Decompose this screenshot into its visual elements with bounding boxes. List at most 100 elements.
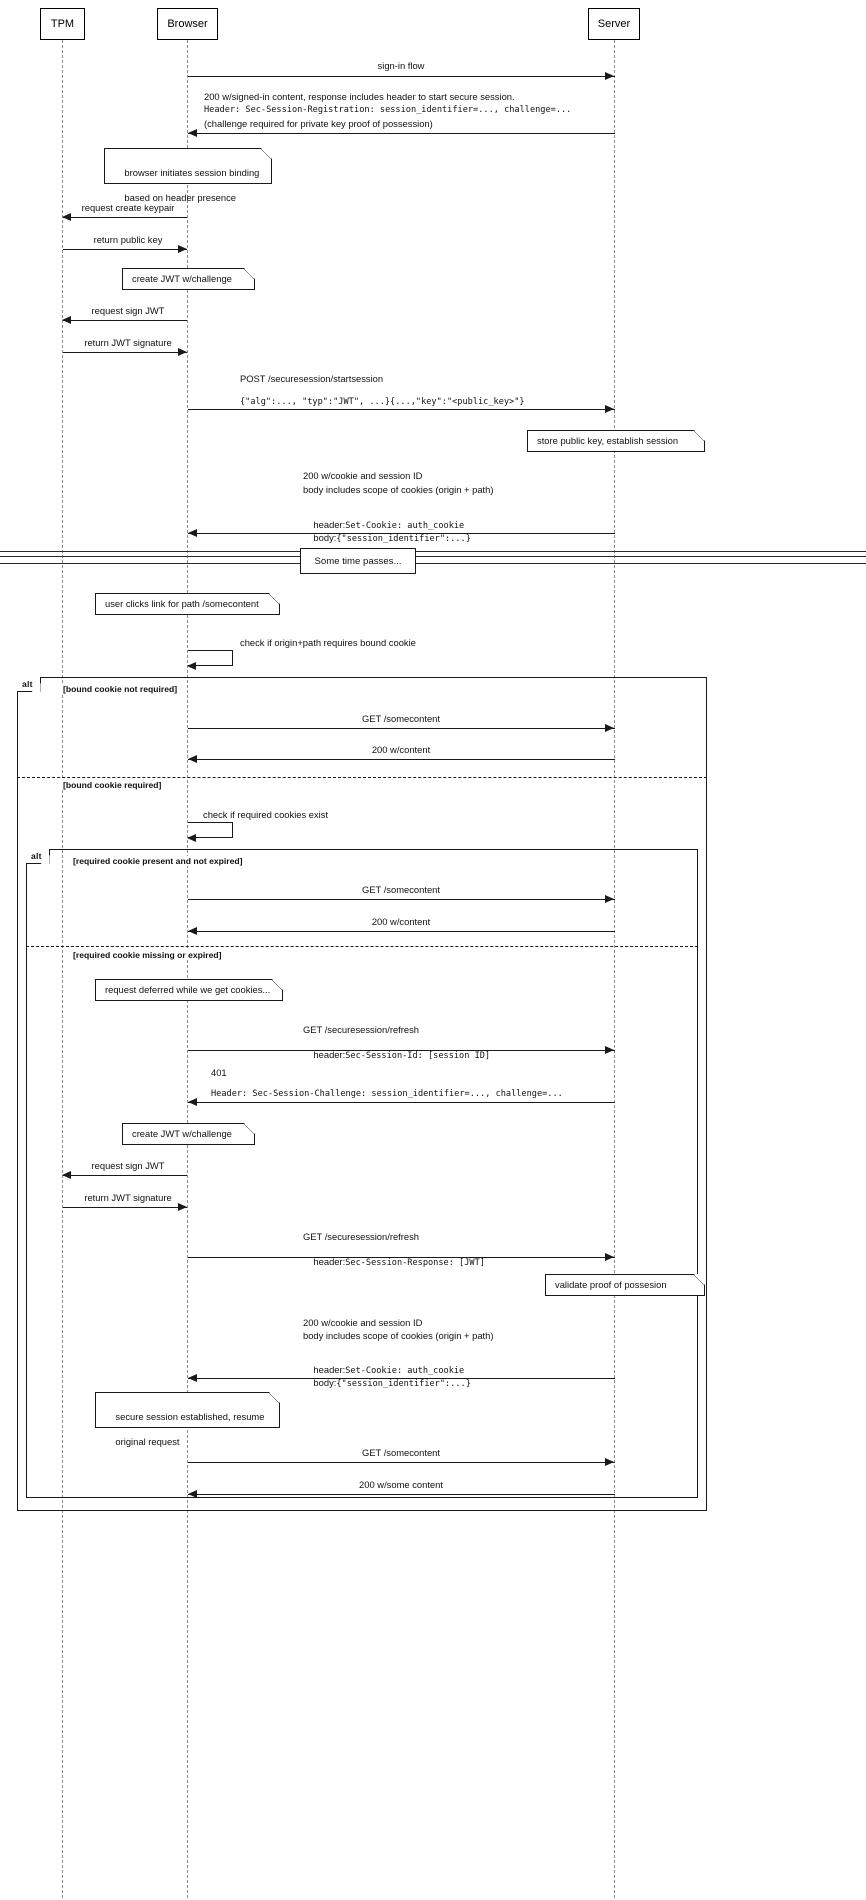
fragment-inner-alt-condition-b: [required cookie missing or expired] (70, 950, 225, 960)
arrowhead-200-cookie-2 (188, 1373, 197, 1382)
note-request-deferred-text: request deferred while we get cookies... (105, 983, 271, 995)
message-line-request-sign-jwt-1 (63, 320, 187, 321)
message-label-200-signedin-line3: (challenge required for private key proo… (204, 118, 433, 129)
refresh-header-label-1: header: (313, 1049, 346, 1061)
message-line-200-content-1 (188, 759, 615, 760)
message-label-get-somecontent-2: GET /somecontent (362, 884, 440, 895)
message-line-request-sign-jwt-2 (63, 1175, 187, 1176)
message-label-return-jwt-signature-2: return JWT signature (84, 1192, 172, 1203)
arrowhead-request-sign-jwt-1 (62, 315, 71, 324)
message-label-200-signedin-line2: Header: Sec-Session-Registration: sessio… (204, 105, 572, 115)
message-line-get-somecontent-2 (188, 899, 615, 900)
note-validate-proof-text: validate proof of possesion (555, 1278, 667, 1290)
arrowhead-return-jwt-signature-2 (178, 1202, 187, 1211)
participant-tpm-label: TPM (50, 17, 75, 30)
note-secure-session-line-2: original request (115, 1436, 180, 1448)
note-fold-line-icon (693, 1274, 705, 1286)
note-fold-line-icon (268, 1392, 280, 1404)
arrowhead-200-cookie-1 (188, 528, 197, 537)
message-line-200-signedin (188, 133, 615, 134)
message-label-200-cookie-1-line2: body includes scope of cookies (origin +… (303, 484, 494, 495)
message-label-get-somecontent-3: GET /somecontent (362, 1447, 440, 1458)
message-label-200-cookie-2-line2: body includes scope of cookies (origin +… (303, 1330, 494, 1341)
note-create-jwt-text-1: create JWT w/challenge (132, 272, 232, 284)
message-line-return-jwt-signature-2 (63, 1207, 187, 1208)
arrowhead-request-sign-jwt-2 (62, 1170, 71, 1179)
message-line-return-public-key (63, 249, 187, 250)
arrowhead-get-somecontent-2 (605, 894, 614, 903)
note-fold-line-icon (243, 1123, 255, 1135)
note-user-clicks-link-text: user clicks link for path /somecontent (105, 597, 259, 609)
note-request-deferred: request deferred while we get cookies... (95, 978, 284, 1001)
arrowhead-200-signedin (188, 128, 197, 137)
note-secure-session-established: secure session established, resume origi… (95, 1391, 281, 1447)
fragment-outer-alt-condition-a: [bound cookie not required] (60, 684, 181, 694)
note-line-2: based on header presence (124, 192, 236, 204)
message-label-401-header: Header: Sec-Session-Challenge: session_i… (211, 1089, 563, 1099)
participant-browser-label: Browser (167, 17, 208, 30)
fragment-inner-alt-operator: alt (26, 849, 50, 864)
arrowhead-post-startsession (605, 404, 614, 413)
sequence-diagram-canvas: TPM Browser Server sign-in flow 200 w/si… (0, 0, 866, 1900)
message-label-return-jwt-signature-1: return JWT signature (84, 337, 172, 348)
note-line-1: browser initiates session binding (124, 166, 260, 178)
body-label-1: body: (313, 532, 337, 544)
participant-server-label: Server (597, 17, 631, 30)
arrowhead-signin (605, 71, 614, 80)
delay-label-box: Some time passes... (300, 548, 416, 574)
message-label-200-signedin-line1: 200 w/signed-in content, response includ… (204, 91, 515, 102)
message-line-post-startsession (188, 409, 615, 410)
delay-label: Some time passes... (314, 555, 402, 567)
arrowhead-401 (188, 1097, 197, 1106)
message-label-check-origin-path: check if origin+path requires bound cook… (240, 637, 416, 648)
note-store-public-key: store public key, establish session (527, 429, 706, 452)
fragment-outer-alt-condition-b: [bound cookie required] (60, 780, 165, 790)
message-label-get-refresh-2-header: header:Sec-Session-Response: [JWT] (303, 1244, 485, 1282)
arrowhead-return-public-key (178, 244, 187, 253)
arrowhead-get-somecontent-1 (605, 723, 614, 732)
arrowhead-200-content-1 (188, 754, 197, 763)
note-store-public-key-text: store public key, establish session (537, 434, 679, 446)
message-line-401 (188, 1102, 615, 1103)
note-fold-line-icon (693, 430, 705, 442)
note-user-clicks-link: user clicks link for path /somecontent (95, 592, 281, 615)
arrowhead-return-jwt-signature-1 (178, 347, 187, 356)
message-label-get-somecontent-1: GET /somecontent (362, 713, 440, 724)
body-label-2: body: (313, 1377, 337, 1389)
message-label-get-refresh-2: GET /securesession/refresh (303, 1231, 420, 1242)
message-label-401: 401 (211, 1067, 227, 1078)
message-label-post-startsession-body: {"alg":..., "typ":"JWT", ...}{...,"key":… (240, 397, 525, 407)
participant-browser[interactable]: Browser (157, 8, 218, 40)
message-label-200-some-content: 200 w/some content (359, 1479, 443, 1490)
message-label-200-cookie-2-line1: 200 w/cookie and session ID (303, 1317, 423, 1328)
message-label-200-content-2: 200 w/content (371, 916, 431, 927)
note-validate-proof-of-possession: validate proof of possesion (545, 1273, 706, 1296)
message-label-signin: sign-in flow (377, 60, 425, 71)
note-browser-initiates-session-binding: browser initiates session binding based … (104, 147, 273, 203)
message-line-200-some-content (188, 1494, 615, 1495)
note-secure-session-line-1: secure session established, resume (115, 1410, 265, 1422)
note-create-jwt-text-2: create JWT w/challenge (132, 1127, 232, 1139)
refresh-header-value-1: Sec-Session-Id: [session ID] (345, 1051, 491, 1062)
message-line-get-somecontent-3 (188, 1462, 615, 1463)
participant-server[interactable]: Server (588, 8, 640, 40)
message-line-200-content-2 (188, 931, 615, 932)
message-label-request-sign-jwt-2: request sign JWT (91, 1160, 165, 1171)
arrowhead-check-required-cookies (187, 833, 196, 842)
fragment-inner-alt-condition-a: [required cookie present and not expired… (70, 856, 246, 866)
arrowhead-get-somecontent-3 (605, 1457, 614, 1466)
note-fold-line-icon (260, 148, 272, 160)
message-label-get-refresh-1-header: header:Sec-Session-Id: [session ID] (303, 1037, 490, 1075)
note-fold-line-icon (271, 979, 283, 991)
message-line-get-somecontent-1 (188, 728, 615, 729)
message-line-request-create-keypair (63, 217, 187, 218)
participant-tpm[interactable]: TPM (40, 8, 85, 40)
message-label-200-content-1: 200 w/content (371, 744, 431, 755)
refresh-header-value-2: Sec-Session-Response: [JWT] (345, 1258, 485, 1269)
message-line-return-jwt-signature-1 (63, 352, 187, 353)
body-value-2: {"session_identifier":...} (336, 1379, 471, 1390)
fragment-outer-alt-divider (17, 777, 707, 778)
message-label-check-required-cookies: check if required cookies exist (203, 809, 329, 820)
arrowhead-200-some-content (188, 1489, 197, 1498)
arrowhead-request-create-keypair (62, 212, 71, 221)
